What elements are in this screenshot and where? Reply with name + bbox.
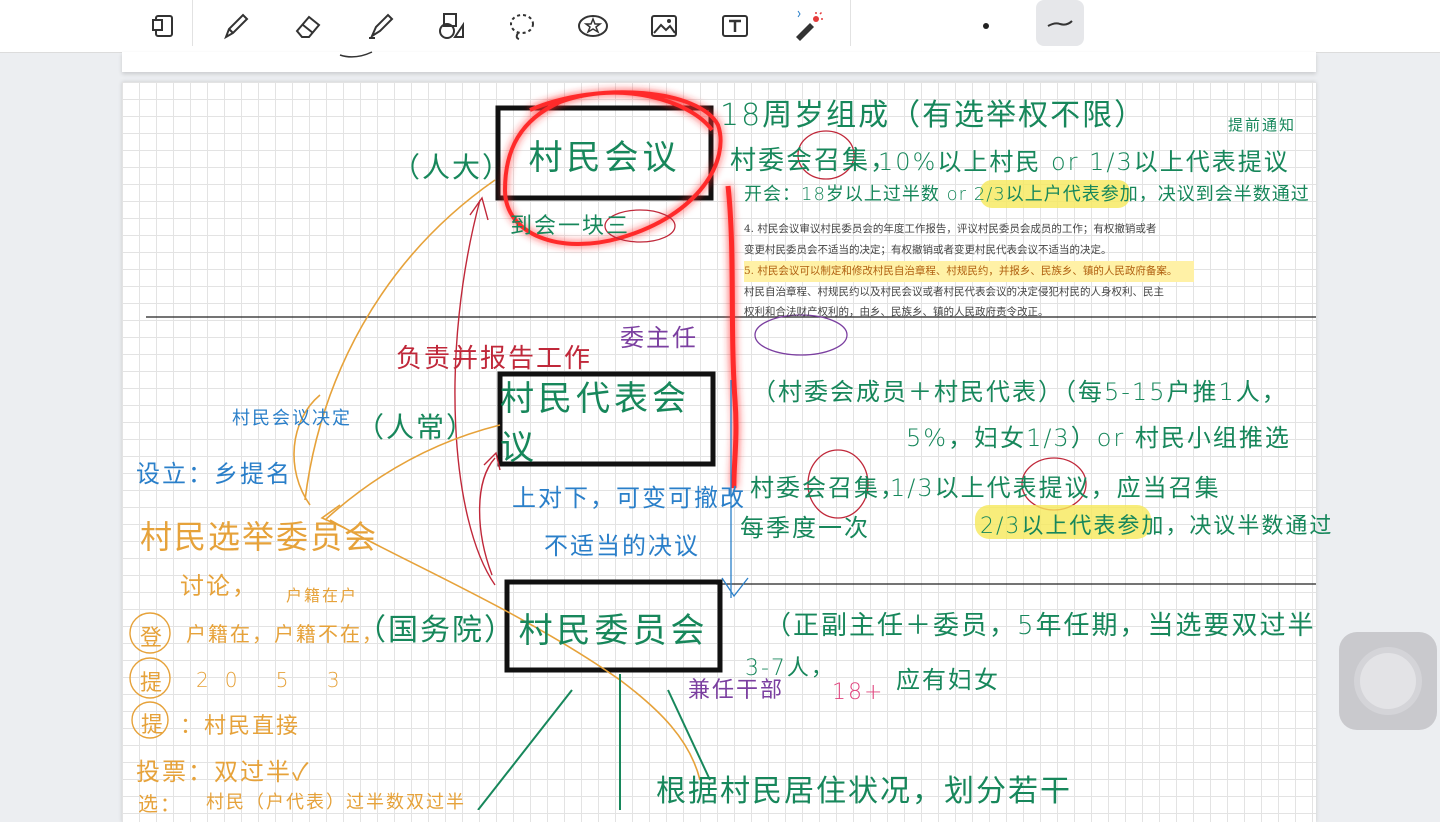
note-women: 应有妇女 [896,666,1000,694]
label-reg: 登 [140,626,165,651]
note-zhiban: 兼任干部 [688,678,785,703]
note-convene-mid: 村委会召集， [750,474,906,502]
note-eighteen: 18+ [832,680,885,705]
note-committee-members: （正副主任＋委员，5年任期，当选要双过半 [765,611,1316,641]
note-discuss: 讨论， [180,572,258,600]
label-cand: 提 [140,671,165,696]
printed-line-1: 4. 村民会议审议村民委员会的年度工作报告，评议村民委员会成员的工作；有权撤销或… [744,223,1157,235]
note-convene-top: 村委会召集， [730,146,899,176]
label-nom: 提 [141,713,166,738]
note-elect: 村民（户代表）过半数双过半 [206,792,466,813]
scribble-stroke [339,51,373,58]
note-bottom: 根据村民居住状况，划分若干 [656,774,1072,809]
printed-line-2: 变更村民委员会不适当的决定；有权撤销或者变更村民代表会议不适当的决定。 [744,244,1112,256]
note-meeting-top: 开会：18岁以上过半数 or 2/3以上户代表参加，决议到会半数通过 [744,184,1310,205]
green-line [477,689,573,810]
note-age: 18周岁组成（有选举权不限） [720,98,1147,133]
note-vote: 投票：双过半✓ [136,758,311,786]
printed-line-4: 村民自治章程、村规民约以及村民会议或者村民代表会议的决定侵犯村民的人身权利、民主 [744,286,1164,298]
box-village-meeting: 村民会议 [528,137,681,178]
note-meeting-decide: 村民会议决定 [232,408,352,429]
note-cand-numbers: 20 5 3 [196,668,356,692]
blue-arrow [721,577,749,598]
note-quorum-mid: 2/3以上代表参加，决议半数通过 [980,514,1334,539]
assistive-touch-icon [1360,653,1416,709]
note-once-year: 到会一块三 [510,214,631,239]
note-set-up: 设立：乡提名 [136,460,292,488]
box-village-committee: 村民委员会 [518,610,709,651]
note-proposal-top: 10%以上村民 or 1/3以上代表提议 [878,148,1290,176]
note-renchang: （人常） [356,411,477,444]
note-quarterly: 每季度一次 [740,514,870,542]
note-nom: ：村民直接 [180,714,301,739]
note-up-down-2: 不适当的决议 [544,532,700,560]
printed-line-5: 权利和合法财产权利的，由乡、民族乡、镇的人民政府责令改正。 [744,306,1049,318]
red-arrow [454,199,496,586]
note-renda: （人大） [392,151,513,184]
note-village-group: 5%，妇女1/3）or 村民小组推选 [906,424,1291,452]
note-reg: 户籍在，户籍不在， [186,622,384,646]
note-registration: 户籍在户 [286,586,359,605]
label-elect: 选： [138,792,182,816]
note-up-down-1: 上对下，可变可撤改 [512,484,746,512]
assistive-touch-button[interactable] [1339,632,1437,730]
printed-line-3: 5. 村民会议可以制定和修改村民自治章程、村规民约，并报乡、民族乡、镇的人民政府… [744,261,1194,282]
note-zhuren: 委主任 [620,324,698,352]
red-arrow [478,457,496,576]
note-notify: 提前通知 [1228,116,1297,134]
note-proposal-mid: 1/3以上代表提议，应当召集 [890,474,1221,502]
red-arrow [469,196,489,221]
note-members-mid: （村委会成员＋村民代表）（每5-15户推1人， [752,378,1288,406]
box-village-representatives: 村民代表会议 [500,379,690,468]
note-election-committee: 村民选举委员会 [140,518,379,556]
note-responsible: 负责并报告工作 [396,344,593,374]
